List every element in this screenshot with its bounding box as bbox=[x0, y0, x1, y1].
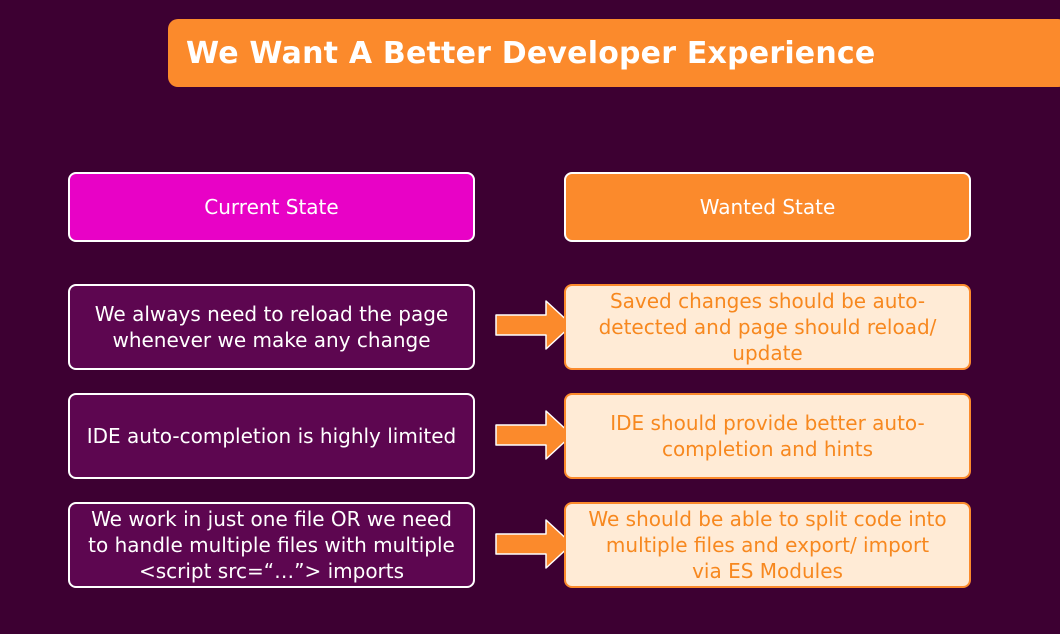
current-state-item: IDE auto-completion is highly limited bbox=[68, 393, 475, 479]
current-state-item: We work in just one file OR we need to h… bbox=[68, 502, 475, 588]
wanted-state-item: We should be able to split code into mul… bbox=[564, 502, 971, 588]
arrow-right-icon bbox=[495, 519, 573, 569]
arrow-right-icon bbox=[495, 300, 573, 350]
slide-title: We Want A Better Developer Experience bbox=[186, 35, 876, 71]
arrow-right-icon bbox=[495, 410, 573, 460]
wanted-state-item: Saved changes should be auto-detected an… bbox=[564, 284, 971, 370]
wanted-state-header: Wanted State bbox=[564, 172, 971, 242]
current-state-header: Current State bbox=[68, 172, 475, 242]
current-state-item: We always need to reload the page whenev… bbox=[68, 284, 475, 370]
slide-title-bar: We Want A Better Developer Experience bbox=[168, 19, 1060, 87]
wanted-state-item: IDE should provide better auto-completio… bbox=[564, 393, 971, 479]
